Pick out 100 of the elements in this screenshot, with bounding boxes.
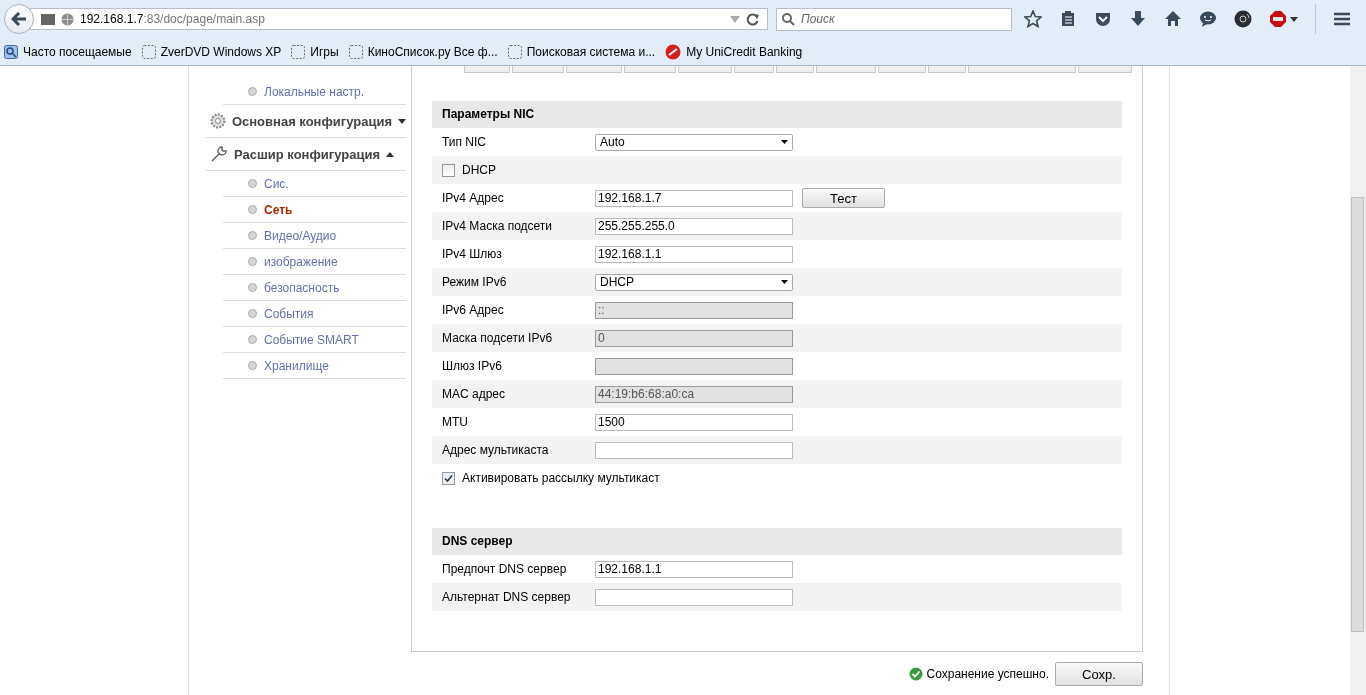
field-label: Маска подсети IPv6 <box>442 331 554 345</box>
bullet-icon <box>248 231 257 240</box>
tab[interactable] <box>878 66 926 73</box>
field-label: Предпочт DNS сервер <box>442 562 568 576</box>
sidebar-item[interactable]: Хранилище <box>223 353 406 379</box>
sidebar-group-header[interactable]: Расшир конфигурация <box>206 138 406 171</box>
pocket-icon[interactable] <box>1094 10 1112 28</box>
reload-icon[interactable] <box>746 12 759 26</box>
field-label: Режим IPv6 <box>442 275 508 289</box>
sidebar-group-header[interactable]: Основная конфигурация <box>206 105 406 138</box>
bullet-icon <box>248 205 257 214</box>
field-label: MTU <box>442 415 469 429</box>
sidebar-item[interactable]: изображение <box>223 249 406 275</box>
bookmarks-folder-icon <box>4 44 18 59</box>
status-message: Сохранение успешно. <box>926 667 1049 681</box>
dropdown[interactable]: Auto <box>595 133 793 151</box>
globe-icon <box>61 12 74 26</box>
input-field[interactable] <box>595 588 793 606</box>
url-text[interactable]: 192.168.1.7:83/doc/page/main.asp <box>80 12 724 26</box>
tab[interactable] <box>928 66 966 73</box>
field-label: MAC адрес <box>442 387 507 401</box>
bullet-icon <box>248 283 257 292</box>
tab[interactable] <box>512 66 564 73</box>
bookmark-link[interactable]: ZverDVD Windows XP <box>141 44 282 59</box>
field-label: IPv4 Шлюз <box>442 247 503 261</box>
field-label: Шлюз IPv6 <box>442 359 503 373</box>
field-label: Тип NIC <box>442 135 487 149</box>
caret-icon[interactable] <box>1290 16 1298 22</box>
bullet-icon <box>248 335 257 344</box>
bookmark-link[interactable]: My UniCredit Banking <box>665 43 803 60</box>
menu-icon[interactable] <box>1333 10 1351 28</box>
tab[interactable] <box>816 66 876 73</box>
adblock-icon[interactable] <box>1269 10 1287 28</box>
address-bar[interactable]: 192.168.1.7:83/doc/page/main.asp <box>30 8 768 30</box>
test-button[interactable]: Тест <box>802 188 885 208</box>
page-icon <box>141 44 156 59</box>
search-field[interactable]: Поиск <box>776 7 1012 31</box>
download-arrow-icon[interactable] <box>1129 10 1147 28</box>
bookmark-star-icon[interactable] <box>1024 10 1042 28</box>
disc-icon[interactable] <box>1234 10 1252 28</box>
field-label: IPv4 Адрес <box>442 191 505 205</box>
tab[interactable] <box>678 66 732 73</box>
page-icon <box>507 44 522 59</box>
sidebar-item[interactable]: События <box>223 301 406 327</box>
bookmark-link[interactable]: КиноСписок.ру Все ф... <box>348 44 498 59</box>
checkbox-label: DHCP <box>462 163 496 177</box>
gear-icon <box>210 113 226 129</box>
dropdown-icon[interactable] <box>730 15 740 23</box>
tab[interactable] <box>624 66 676 73</box>
wrench-icon <box>210 145 228 163</box>
checkbox[interactable] <box>442 163 455 177</box>
checkbox[interactable] <box>442 471 455 485</box>
input-field[interactable]: 192.168.1.1 <box>595 560 793 578</box>
bullet-icon <box>248 87 257 96</box>
sidebar-item[interactable]: Видео/Аудио <box>223 223 406 249</box>
bookmark-link[interactable]: Часто посещаемые <box>4 44 132 59</box>
input-field[interactable] <box>595 441 793 459</box>
input-field[interactable]: 192.168.1.1 <box>595 245 793 263</box>
field-label: IPv4 Маска подсети <box>442 219 554 233</box>
page-icon <box>348 44 363 59</box>
back-button[interactable] <box>4 4 34 34</box>
dropdown[interactable]: DHCP <box>595 273 793 291</box>
tab[interactable] <box>566 66 622 73</box>
home-icon[interactable] <box>1164 10 1182 28</box>
field-label: Альтернат DNS сервер <box>442 590 572 604</box>
page-icon <box>291 44 306 59</box>
input-field[interactable]: 192.168.1.7 <box>595 189 793 207</box>
scrollbar[interactable] <box>1350 66 1366 695</box>
tab[interactable] <box>776 66 814 73</box>
tab[interactable] <box>1078 66 1132 73</box>
sidebar-item[interactable]: безопасность <box>223 275 406 301</box>
bullet-icon <box>248 361 257 370</box>
sidebar-item[interactable]: Событие SMART <box>223 327 406 353</box>
back-arrow-icon <box>11 12 27 26</box>
chat-face-icon[interactable] <box>1199 10 1217 28</box>
field-label: Адрес мультикаста <box>442 443 550 457</box>
bookmark-link[interactable]: Игры <box>291 44 339 59</box>
tab[interactable] <box>464 66 510 73</box>
tab[interactable] <box>734 66 774 73</box>
clipboard-icon[interactable] <box>1059 10 1077 28</box>
bullet-icon <box>248 309 257 318</box>
success-check-icon <box>908 667 923 681</box>
sidebar-item[interactable]: Локальные настр. <box>223 79 406 105</box>
scrollbar-thumb[interactable] <box>1351 197 1364 632</box>
input-field[interactable]: 1500 <box>595 413 793 431</box>
checkbox-label: Активировать рассылку мультикаст <box>462 471 660 485</box>
bank-logo-icon <box>665 43 682 60</box>
bullet-icon <box>248 257 257 266</box>
sidebar-item[interactable]: Сис. <box>223 171 406 197</box>
input-field[interactable]: 255.255.255.0 <box>595 217 793 235</box>
bookmark-link[interactable]: Поисковая система и... <box>507 44 656 59</box>
expand-caret-icon <box>398 118 406 124</box>
save-button[interactable]: Сохр. <box>1055 662 1143 686</box>
sidebar-item[interactable]: Сеть <box>223 197 406 223</box>
dropdown-arrow-icon <box>781 140 788 144</box>
collapse-caret-icon <box>386 151 395 157</box>
tab[interactable] <box>968 66 1076 73</box>
section-header: DNS сервер <box>432 528 1122 555</box>
field-label: IPv6 Адрес <box>442 303 505 317</box>
bullet-icon <box>248 179 257 188</box>
